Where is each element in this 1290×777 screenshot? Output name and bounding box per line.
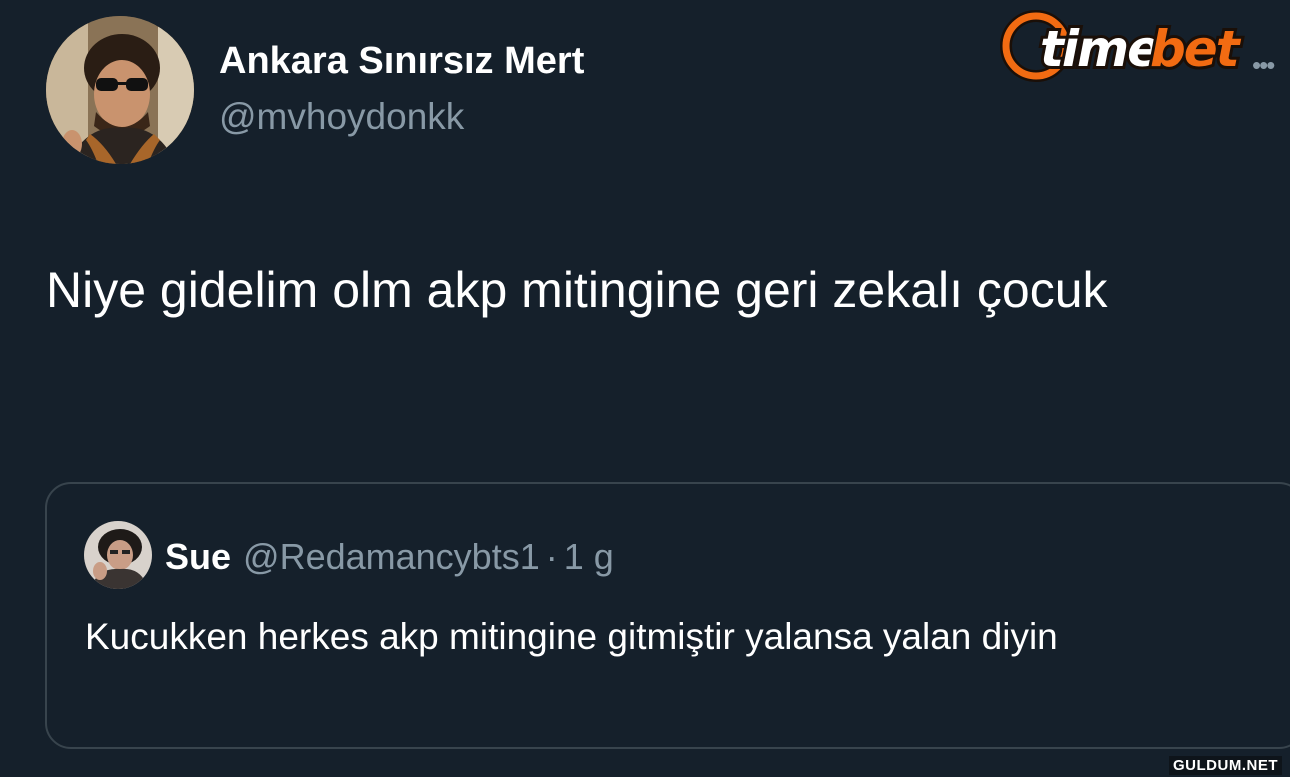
author-handle[interactable]: @mvhoydonkk (219, 96, 464, 138)
header-separator: · (545, 536, 558, 577)
quoted-tweet-text: Kucukken herkes akp mitingine gitmiştir … (85, 616, 1058, 657)
author-avatar-photo (46, 16, 194, 164)
quoted-author-display-name[interactable]: Sue (165, 536, 231, 577)
more-horizontal-icon[interactable]: ••• (1252, 50, 1275, 81)
author-avatar[interactable] (46, 16, 194, 164)
timebet-logo: time bet (1000, 10, 1247, 82)
quoted-tweet-header: Sue @Redamancybts1 · 1 g (165, 536, 614, 578)
svg-text:bet: bet (1150, 20, 1242, 78)
tweet-text: Niye gidelim olm akp mitingine geri zeka… (46, 262, 1108, 318)
site-watermark: GULDUM.NET (1169, 756, 1282, 775)
quoted-author-avatar[interactable] (84, 521, 152, 589)
quoted-author-handle[interactable]: @Redamancybts1 (243, 536, 540, 577)
svg-text:time: time (1040, 20, 1159, 78)
author-display-name[interactable]: Ankara Sınırsız Mert (219, 40, 584, 83)
quoted-tweet-card[interactable]: Sue @Redamancybts1 · 1 g Kucukken herkes ak… (45, 482, 1290, 749)
quoted-tweet-timestamp[interactable]: 1 g (564, 536, 614, 577)
quoted-author-avatar-photo (84, 521, 152, 589)
